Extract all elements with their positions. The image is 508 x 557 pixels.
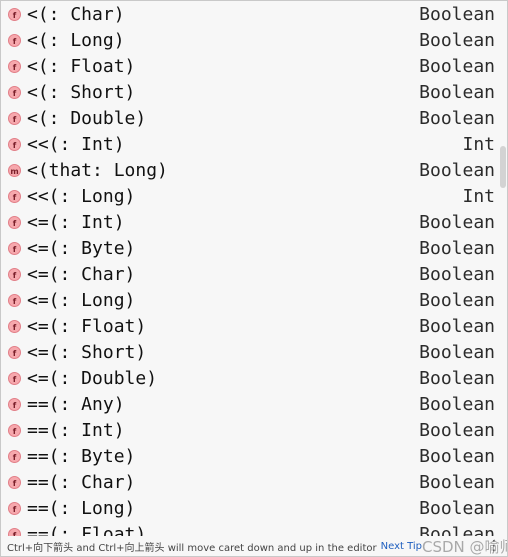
completion-item[interactable]: m <(that: Long) Boolean [1,157,507,183]
completion-return-type: Boolean [419,107,495,129]
completion-signature: ==(: Float) [27,523,147,537]
completion-signature: <=(: Int) [27,211,125,233]
completion-signature: <<(: Long) [27,185,136,207]
function-icon: f [8,501,21,515]
completion-signature: <=(: Short) [27,341,147,363]
completion-item[interactable]: f <=(: Int) Boolean [1,209,507,235]
completion-signature: ==(: Long) [27,497,136,519]
completion-return-type: Boolean [419,523,495,537]
completion-signature: <<(: Int) [27,133,125,155]
completion-item[interactable]: f <(: Float) Boolean [1,53,507,79]
completion-signature: ==(: Byte) [27,445,136,467]
completion-item[interactable]: f <(: Long) Boolean [1,27,507,53]
completion-item[interactable]: f <=(: Long) Boolean [1,287,507,313]
completion-signature: <(: Char) [27,3,125,25]
function-icon: f [8,137,21,151]
function-icon: f [8,189,21,203]
completion-return-type: Boolean [419,497,495,519]
function-icon: f [8,449,21,463]
completion-return-type: Boolean [419,263,495,285]
more-options-icon[interactable]: ⋮ [487,538,501,554]
completion-item[interactable]: f <=(: Byte) Boolean [1,235,507,261]
method-icon: m [8,163,21,177]
scrollbar-thumb[interactable] [500,146,506,188]
completion-item[interactable]: f <<(: Int) Int [1,131,507,157]
completion-signature: <(: Long) [27,29,125,51]
completion-return-type: Boolean [419,237,495,259]
completion-signature: ==(: Int) [27,419,125,441]
completion-return-type: Int [462,185,495,207]
completion-item[interactable]: f ==(: Long) Boolean [1,495,507,521]
completion-footer: Ctrl+向下箭头 and Ctrl+向上箭头 will move caret … [1,536,507,556]
completion-list: f <(: Char) Boolean f <(: Long) Boolean f <(: F… [1,1,507,536]
completion-return-type: Boolean [419,159,495,181]
function-icon: f [8,423,21,437]
function-icon: f [8,397,21,411]
function-icon: f [8,85,21,99]
completion-item[interactable]: f ==(: Char) Boolean [1,469,507,495]
completion-return-type: Boolean [419,81,495,103]
function-icon: f [8,215,21,229]
function-icon: f [8,267,21,281]
completion-signature: <=(: Byte) [27,237,136,259]
completion-item[interactable]: f <=(: Float) Boolean [1,313,507,339]
completion-signature: <(: Double) [27,107,147,129]
completion-return-type: Boolean [419,471,495,493]
completion-item[interactable]: f ==(: Byte) Boolean [1,443,507,469]
function-icon: f [8,7,21,21]
footer-hint: Ctrl+向下箭头 and Ctrl+向上箭头 will move caret … [7,542,377,554]
completion-signature: <(that: Long) [27,159,168,181]
completion-item[interactable]: f ==(: Int) Boolean [1,417,507,443]
function-icon: f [8,111,21,125]
completion-return-type: Boolean [419,289,495,311]
completion-return-type: Boolean [419,393,495,415]
completion-item[interactable]: f <=(: Short) Boolean [1,339,507,365]
next-tip-link[interactable]: Next Tip [381,541,422,552]
function-icon: f [8,241,21,255]
completion-signature: <(: Short) [27,81,136,103]
completion-item[interactable]: f <(: Short) Boolean [1,79,507,105]
completion-item[interactable]: f ==(: Any) Boolean [1,391,507,417]
function-icon: f [8,59,21,73]
function-icon: f [8,293,21,307]
completion-signature: <=(: Float) [27,315,147,337]
completion-return-type: Boolean [419,445,495,467]
completion-return-type: Boolean [419,211,495,233]
function-icon: f [8,319,21,333]
completion-item[interactable]: f <(: Char) Boolean [1,1,507,27]
completion-signature: <(: Float) [27,55,136,77]
completion-item[interactable]: f <=(: Char) Boolean [1,261,507,287]
completion-item[interactable]: f ==(: Float) Boolean [1,521,507,536]
completion-signature: <=(: Char) [27,263,136,285]
function-icon: f [8,371,21,385]
completion-return-type: Boolean [419,3,495,25]
completion-return-type: Boolean [419,419,495,441]
completion-return-type: Boolean [419,55,495,77]
function-icon: f [8,33,21,47]
completion-signature: ==(: Any) [27,393,125,415]
completion-signature: ==(: Char) [27,471,136,493]
function-icon: f [8,527,21,536]
completion-signature: <=(: Double) [27,367,158,389]
code-completion-popup: f <(: Char) Boolean f <(: Long) Boolean f <(: F… [0,0,508,557]
completion-return-type: Boolean [419,341,495,363]
completion-return-type: Boolean [419,29,495,51]
completion-signature: <=(: Long) [27,289,136,311]
completion-item[interactable]: f <<(: Long) Int [1,183,507,209]
function-icon: f [8,475,21,489]
completion-return-type: Boolean [419,367,495,389]
completion-return-type: Boolean [419,315,495,337]
function-icon: f [8,345,21,359]
completion-item[interactable]: f <(: Double) Boolean [1,105,507,131]
completion-item[interactable]: f <=(: Double) Boolean [1,365,507,391]
completion-return-type: Int [462,133,495,155]
